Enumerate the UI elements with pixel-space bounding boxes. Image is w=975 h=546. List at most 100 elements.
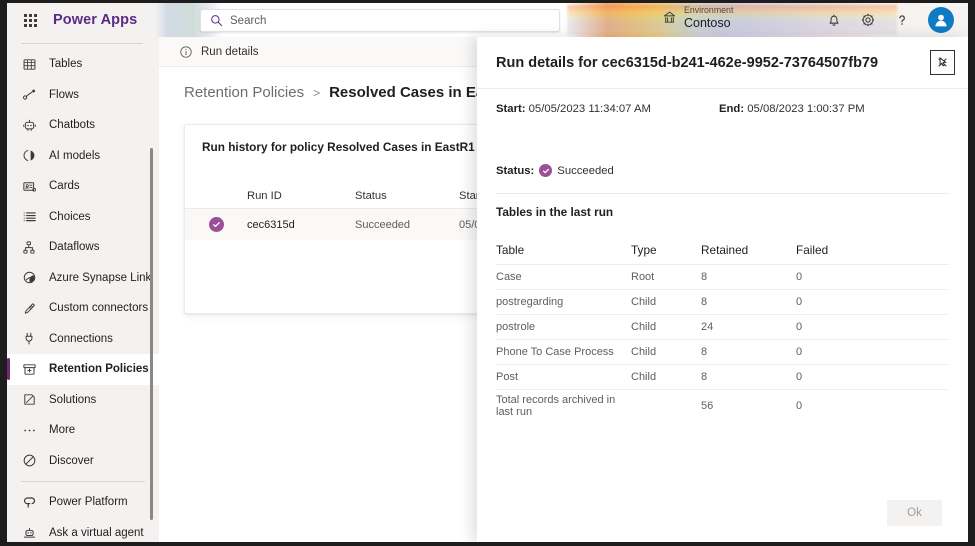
left-navigation: Tables Flows Chatbots AI models Cards Ch… — [7, 37, 159, 542]
environment-label: Environment — [684, 5, 734, 15]
succeeded-check-icon — [185, 217, 247, 232]
column-header-failed[interactable]: Failed — [796, 243, 886, 257]
notifications-bell-icon[interactable] — [826, 12, 842, 28]
cell-table: postrole — [496, 321, 536, 333]
sidebar-item-solutions[interactable]: Solutions — [7, 385, 159, 416]
sidebar-item-label: Cards — [49, 180, 80, 193]
cell-retained: 8 — [701, 296, 708, 308]
dataflows-icon — [21, 239, 37, 255]
sidebar-scrollbar[interactable] — [150, 148, 153, 520]
power-apps-window: Power Apps Search Environment Contoso Ta… — [0, 0, 975, 546]
column-header-run-id[interactable]: Run ID — [247, 190, 355, 202]
column-header-status[interactable]: Status — [355, 190, 459, 202]
sidebar-item-discover[interactable]: Discover — [7, 446, 159, 477]
sidebar-item-flows[interactable]: Flows — [7, 80, 159, 111]
close-x-icon[interactable] — [930, 50, 955, 75]
connections-plug-icon — [21, 331, 37, 347]
ok-button[interactable]: Ok — [887, 500, 942, 526]
sidebar-item-label: Ask a virtual agent — [49, 526, 144, 539]
table-grid-icon — [21, 56, 37, 72]
cell-type: Child — [631, 346, 657, 358]
sidebar-item-label: Flows — [49, 88, 80, 101]
cell-status: Succeeded — [355, 218, 411, 231]
cell-retained: 8 — [701, 271, 708, 283]
column-header-retained[interactable]: Retained — [701, 243, 796, 257]
breadcrumb-separator: > — [313, 86, 321, 100]
waffle-grid-icon[interactable] — [13, 13, 47, 27]
cell-run-id: cec6315d — [247, 218, 295, 231]
sidebar-item-dataflows[interactable]: Dataflows — [7, 232, 159, 263]
table-row: Case Root 8 0 — [496, 265, 949, 290]
run-start-meta: Start: 05/05/2023 11:34:07 AM — [496, 103, 651, 115]
breadcrumb-root[interactable]: Retention Policies — [184, 84, 304, 101]
column-header-table[interactable]: Table — [496, 243, 631, 257]
panel-divider — [496, 193, 949, 194]
run-details-command[interactable]: Run details — [201, 46, 259, 58]
sidebar-item-azure-synapse-link[interactable]: Azure Synapse Link — [7, 263, 159, 294]
cell-failed: 0 — [796, 346, 803, 358]
discover-compass-icon — [21, 453, 37, 469]
sidebar-item-label: More — [49, 424, 76, 437]
sidebar-item-label: Power Platform — [49, 496, 128, 509]
run-history-title: Run history for policy Resolved Cases in… — [202, 140, 475, 154]
choices-list-icon — [21, 209, 37, 225]
cell-table: Phone To Case Process — [496, 346, 614, 358]
sidebar-item-ask-a-virtual-agent[interactable]: Ask a virtual agent — [7, 518, 159, 543]
window-frame-left — [0, 0, 7, 546]
search-icon — [210, 14, 223, 27]
info-circle-icon — [179, 45, 193, 59]
cell-retained: 24 — [701, 321, 714, 333]
sidebar-item-connections[interactable]: Connections — [7, 324, 159, 355]
cell-retained: 8 — [701, 346, 708, 358]
sidebar-top-divider — [21, 43, 143, 44]
sidebar-item-label: Connections — [49, 332, 113, 345]
environment-selector[interactable]: Environment Contoso — [662, 5, 734, 30]
help-question-icon[interactable] — [894, 12, 910, 28]
sidebar-item-label: Dataflows — [49, 241, 100, 254]
settings-gear-icon[interactable] — [860, 12, 876, 28]
sidebar-item-more[interactable]: More — [7, 415, 159, 446]
table-row-total: Total records archived in last run 56 0 — [496, 390, 949, 422]
app-header: Power Apps Search Environment Contoso — [7, 3, 968, 37]
window-frame-bottom — [0, 542, 975, 546]
ai-model-icon — [21, 148, 37, 164]
cell-failed: 0 — [796, 400, 803, 412]
brand-title[interactable]: Power Apps — [53, 12, 137, 28]
column-header-type[interactable]: Type — [631, 243, 701, 257]
header-icon-group — [826, 6, 954, 34]
sidebar-item-label: Custom connectors — [49, 302, 149, 315]
cell-type: Child — [631, 321, 657, 333]
tables-in-last-run-table: Table Type Retained Failed Case Root 8 0… — [496, 235, 949, 422]
search-input[interactable]: Search — [200, 9, 560, 32]
cell-table: Total records archived in last run — [496, 394, 616, 418]
panel-table-header-row: Table Type Retained Failed — [496, 235, 949, 265]
start-label: Start: — [496, 103, 526, 115]
tables-section-title: Tables in the last run — [496, 205, 614, 219]
sidebar-divider — [21, 481, 145, 482]
retention-policies-icon — [21, 361, 37, 377]
cell-retained: 56 — [701, 400, 714, 412]
cell-failed: 0 — [796, 296, 803, 308]
sidebar-item-ai-models[interactable]: AI models — [7, 141, 159, 172]
cards-icon — [21, 178, 37, 194]
user-avatar-icon[interactable] — [928, 7, 954, 33]
cell-type: Child — [631, 371, 657, 383]
flow-icon — [21, 87, 37, 103]
sidebar-item-chatbots[interactable]: Chatbots — [7, 110, 159, 141]
search-placeholder: Search — [230, 14, 267, 27]
virtual-agent-icon — [21, 525, 37, 541]
sidebar-item-custom-connectors[interactable]: Custom connectors — [7, 293, 159, 324]
sidebar-item-power-platform[interactable]: Power Platform — [7, 487, 159, 518]
sidebar-item-label: Discover — [49, 454, 94, 467]
window-frame-top — [0, 0, 975, 3]
sidebar-item-retention-policies[interactable]: Retention Policies — [7, 354, 159, 385]
solutions-icon — [21, 392, 37, 408]
sidebar-item-tables[interactable]: Tables — [7, 49, 159, 80]
run-details-panel: Run details for cec6315d-b241-462e-9952-… — [477, 37, 968, 542]
status-label: Status: — [496, 164, 535, 177]
more-ellipsis-icon — [21, 422, 37, 438]
end-label: End: — [719, 103, 745, 115]
sidebar-item-choices[interactable]: Choices — [7, 202, 159, 233]
panel-header: Run details for cec6315d-b241-462e-9952-… — [477, 37, 968, 89]
sidebar-item-cards[interactable]: Cards — [7, 171, 159, 202]
